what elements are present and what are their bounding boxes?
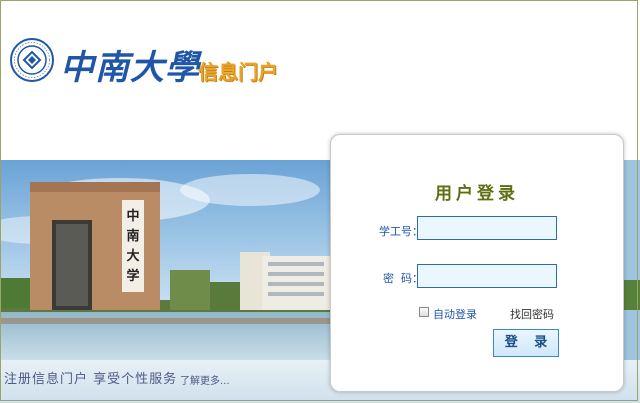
page-frame bbox=[0, 0, 638, 401]
